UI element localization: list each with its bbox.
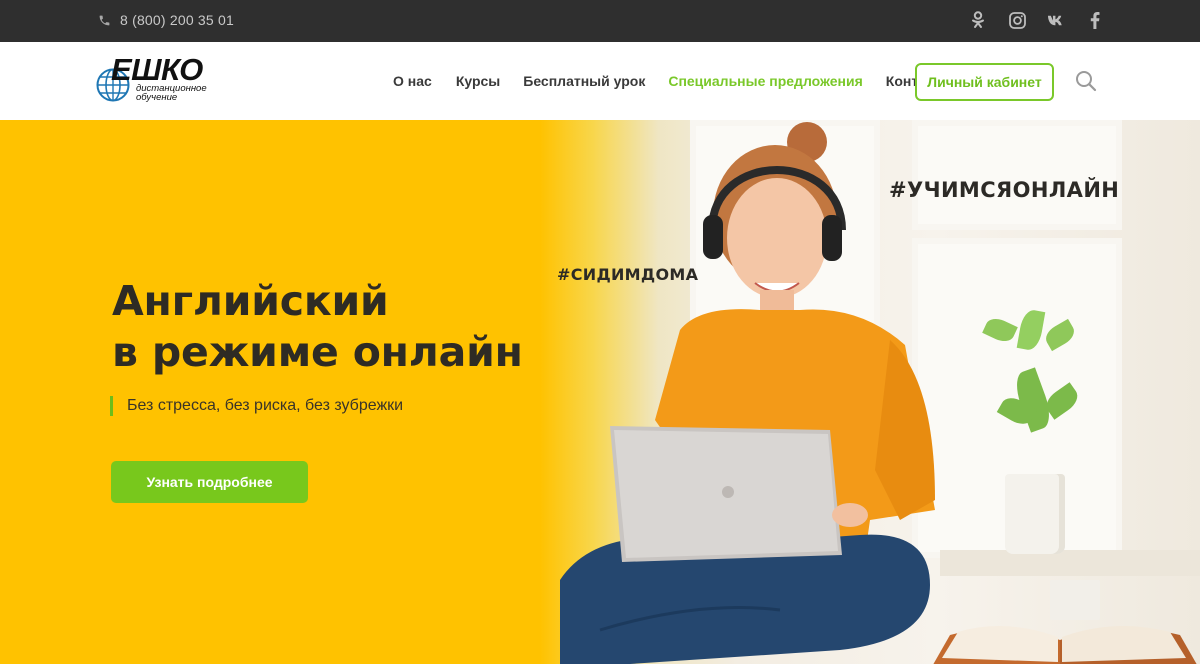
phone-number[interactable]: 8 (800) 200 35 01 — [120, 12, 234, 28]
hero-headline: Английский в режиме онлайн — [112, 276, 523, 378]
hashtag-study-online: #УЧИМСЯОНЛАЙН — [889, 178, 1120, 202]
phone-icon — [99, 15, 110, 25]
main-header: ЕШКО дистанционное обучение О нас Курсы … — [0, 42, 1200, 120]
nav-item-free-lesson[interactable]: Бесплатный урок — [523, 73, 645, 89]
personal-account-button[interactable]: Личный кабинет — [915, 63, 1054, 101]
main-nav: О нас Курсы Бесплатный урок Специальные … — [393, 73, 952, 89]
nav-item-special-offers[interactable]: Специальные предложения — [668, 73, 862, 89]
top-bar: 8 (800) 200 35 01 — [0, 0, 1200, 42]
hero-subline: Без стресса, без риска, без зубрежки — [110, 396, 403, 416]
instagram-icon[interactable] — [1008, 10, 1026, 30]
odnoklassniki-icon[interactable] — [969, 10, 987, 30]
window-sill — [940, 550, 1200, 576]
search-icon[interactable] — [1075, 70, 1097, 92]
nav-item-about[interactable]: О нас — [393, 73, 432, 89]
logo-subtitle: дистанционное обучение — [136, 83, 207, 103]
pencil-cup-image — [1050, 580, 1100, 620]
facebook-icon[interactable] — [1086, 10, 1104, 30]
headline-line-1: Английский — [112, 277, 389, 325]
nav-item-courses[interactable]: Курсы — [456, 73, 500, 89]
learn-more-button[interactable]: Узнать подробнее — [111, 461, 308, 503]
vk-icon[interactable] — [1047, 10, 1065, 30]
hero-banner: #УЧИМСЯОНЛАЙН #СИДИМДОМА Английский в ре… — [0, 120, 1200, 664]
phone-contact[interactable]: 8 (800) 200 35 01 — [98, 12, 234, 28]
headline-line-2: в режиме онлайн — [112, 328, 523, 376]
logo[interactable]: ЕШКО дистанционное обучение — [96, 52, 216, 108]
hashtag-stay-home: #СИДИМДОМА — [557, 265, 699, 284]
social-links — [969, 10, 1104, 30]
